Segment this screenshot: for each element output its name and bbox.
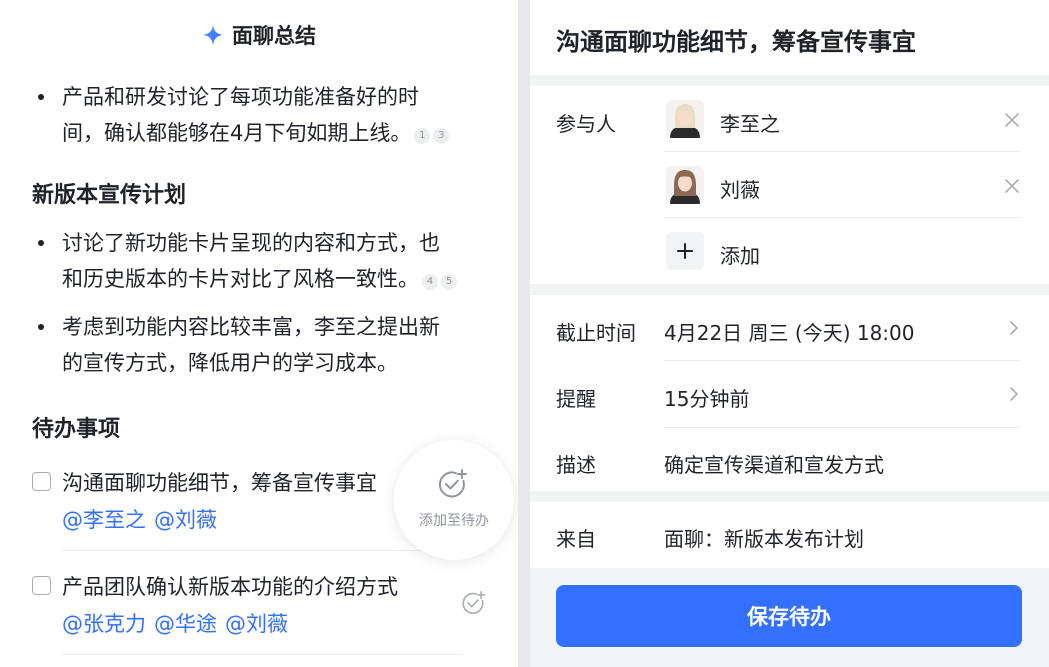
mention-link[interactable]: @刘薇	[154, 508, 217, 532]
mention-link[interactable]: @刘薇	[225, 612, 288, 636]
citation-badge[interactable]: 5	[441, 274, 457, 290]
add-participant-button[interactable]	[666, 232, 704, 270]
participant-name: 刘薇	[720, 178, 760, 202]
pane-divider	[518, 0, 530, 667]
divider	[664, 360, 1020, 361]
summary-title: 面聊总结	[232, 24, 316, 48]
todo-text[interactable]: 产品团队确认新版本功能的介绍方式	[62, 571, 398, 601]
source-value[interactable]: 面聊：新版本发布计划	[664, 523, 864, 552]
summary-point-line: 的宣传方式，降低用户的学习成本。	[62, 351, 398, 375]
todo-checkbox[interactable]	[32, 472, 51, 491]
todo-checkbox[interactable]	[32, 576, 51, 595]
close-icon[interactable]	[1004, 178, 1020, 194]
participants-label: 参与人	[556, 112, 616, 136]
todos-title: 待办事项	[32, 417, 121, 442]
todo-detail-panel: 沟通面聊功能细节，筹备宣传事宜 参与人 李至之 刘薇 添加 截止时间 4月22日…	[530, 0, 1049, 667]
sparkle-icon	[202, 24, 224, 46]
citation-badge[interactable]: 1	[414, 128, 431, 144]
divider	[664, 427, 1020, 428]
save-todo-button[interactable]: 保存待办	[556, 585, 1022, 647]
citation-badge[interactable]: 3	[433, 128, 450, 144]
summary-header: 面聊总结	[0, 20, 518, 50]
bullet-dot	[38, 94, 44, 100]
divider	[664, 217, 1020, 218]
chevron-right-icon[interactable]	[1007, 321, 1021, 335]
description-label: 描述	[556, 453, 596, 477]
todo-text[interactable]: 沟通面聊功能细节，筹备宣传事宜	[62, 467, 377, 497]
check-plus-icon	[438, 469, 467, 498]
summary-point: 产品和研发讨论了每项功能准备好的时 间，确认都能够在4月下旬如期上线。 1 3	[62, 79, 482, 151]
reminder-label: 提醒	[556, 387, 596, 411]
source-card: 来自 面聊：新版本发布计划	[530, 502, 1049, 568]
mention-link[interactable]: @华途	[154, 612, 217, 636]
avatar	[666, 166, 704, 204]
meeting-summary-panel: 面聊总结 产品和研发讨论了每项功能准备好的时 间，确认都能够在4月下旬如期上线。…	[0, 0, 518, 667]
detail-title[interactable]: 沟通面聊功能细节，筹备宣传事宜	[556, 22, 916, 57]
summary-point-line: 考虑到功能内容比较丰富，李至之提出新	[62, 315, 440, 339]
summary-point-line: 讨论了新功能卡片呈现的内容和方式，也	[62, 231, 440, 255]
add-to-todo-button[interactable]: 添加至待办	[394, 440, 514, 560]
avatar	[666, 100, 704, 138]
details-card: 截止时间 4月22日 周三 (今天) 18:00 提醒 15分钟前 描述 确定宣…	[530, 295, 1049, 491]
add-to-todo-label: 添加至待办	[419, 513, 489, 529]
description-value[interactable]: 确定宣传渠道和宣发方式	[664, 449, 884, 478]
bullet-dot	[38, 240, 44, 246]
divider	[664, 151, 1020, 152]
close-icon[interactable]	[1004, 112, 1020, 128]
detail-title-card: 沟通面聊功能细节，筹备宣传事宜	[530, 0, 1049, 75]
summary-point: 讨论了新功能卡片呈现的内容和方式，也 和历史版本的卡片对比了风格一致性。 4 5	[62, 225, 482, 297]
mention-link[interactable]: @李至之	[62, 508, 146, 532]
summary-point: 考虑到功能内容比较丰富，李至之提出新 的宣传方式，降低用户的学习成本。	[62, 309, 482, 381]
source-label: 来自	[556, 527, 596, 551]
citation-badge[interactable]: 4	[422, 274, 438, 290]
add-participant-label[interactable]: 添加	[720, 240, 760, 269]
summary-point-line: 和历史版本的卡片对比了风格一致性。 4 5	[62, 261, 482, 297]
check-plus-icon[interactable]	[460, 590, 486, 616]
deadline-label: 截止时间	[556, 321, 636, 345]
participants-card: 参与人 李至之 刘薇 添加	[530, 86, 1049, 284]
section-title: 新版本宣传计划	[32, 183, 187, 208]
deadline-value[interactable]: 4月22日 周三 (今天) 18:00	[664, 317, 915, 346]
chevron-right-icon[interactable]	[1007, 387, 1021, 401]
todo-mentions: @李至之 @刘薇	[62, 504, 225, 534]
reminder-value[interactable]: 15分钟前	[664, 383, 749, 412]
bullet-dot	[38, 324, 44, 330]
mention-link[interactable]: @张克力	[62, 612, 146, 636]
participant-name: 李至之	[720, 112, 780, 136]
summary-point-line: 间，确认都能够在4月下旬如期上线。 1 3	[62, 115, 482, 151]
plus-icon	[677, 243, 693, 259]
summary-point-line: 产品和研发讨论了每项功能准备好的时	[62, 85, 419, 109]
todo-mentions: @张克力 @华途 @刘薇	[62, 608, 296, 638]
divider	[62, 550, 462, 551]
divider	[62, 654, 462, 655]
